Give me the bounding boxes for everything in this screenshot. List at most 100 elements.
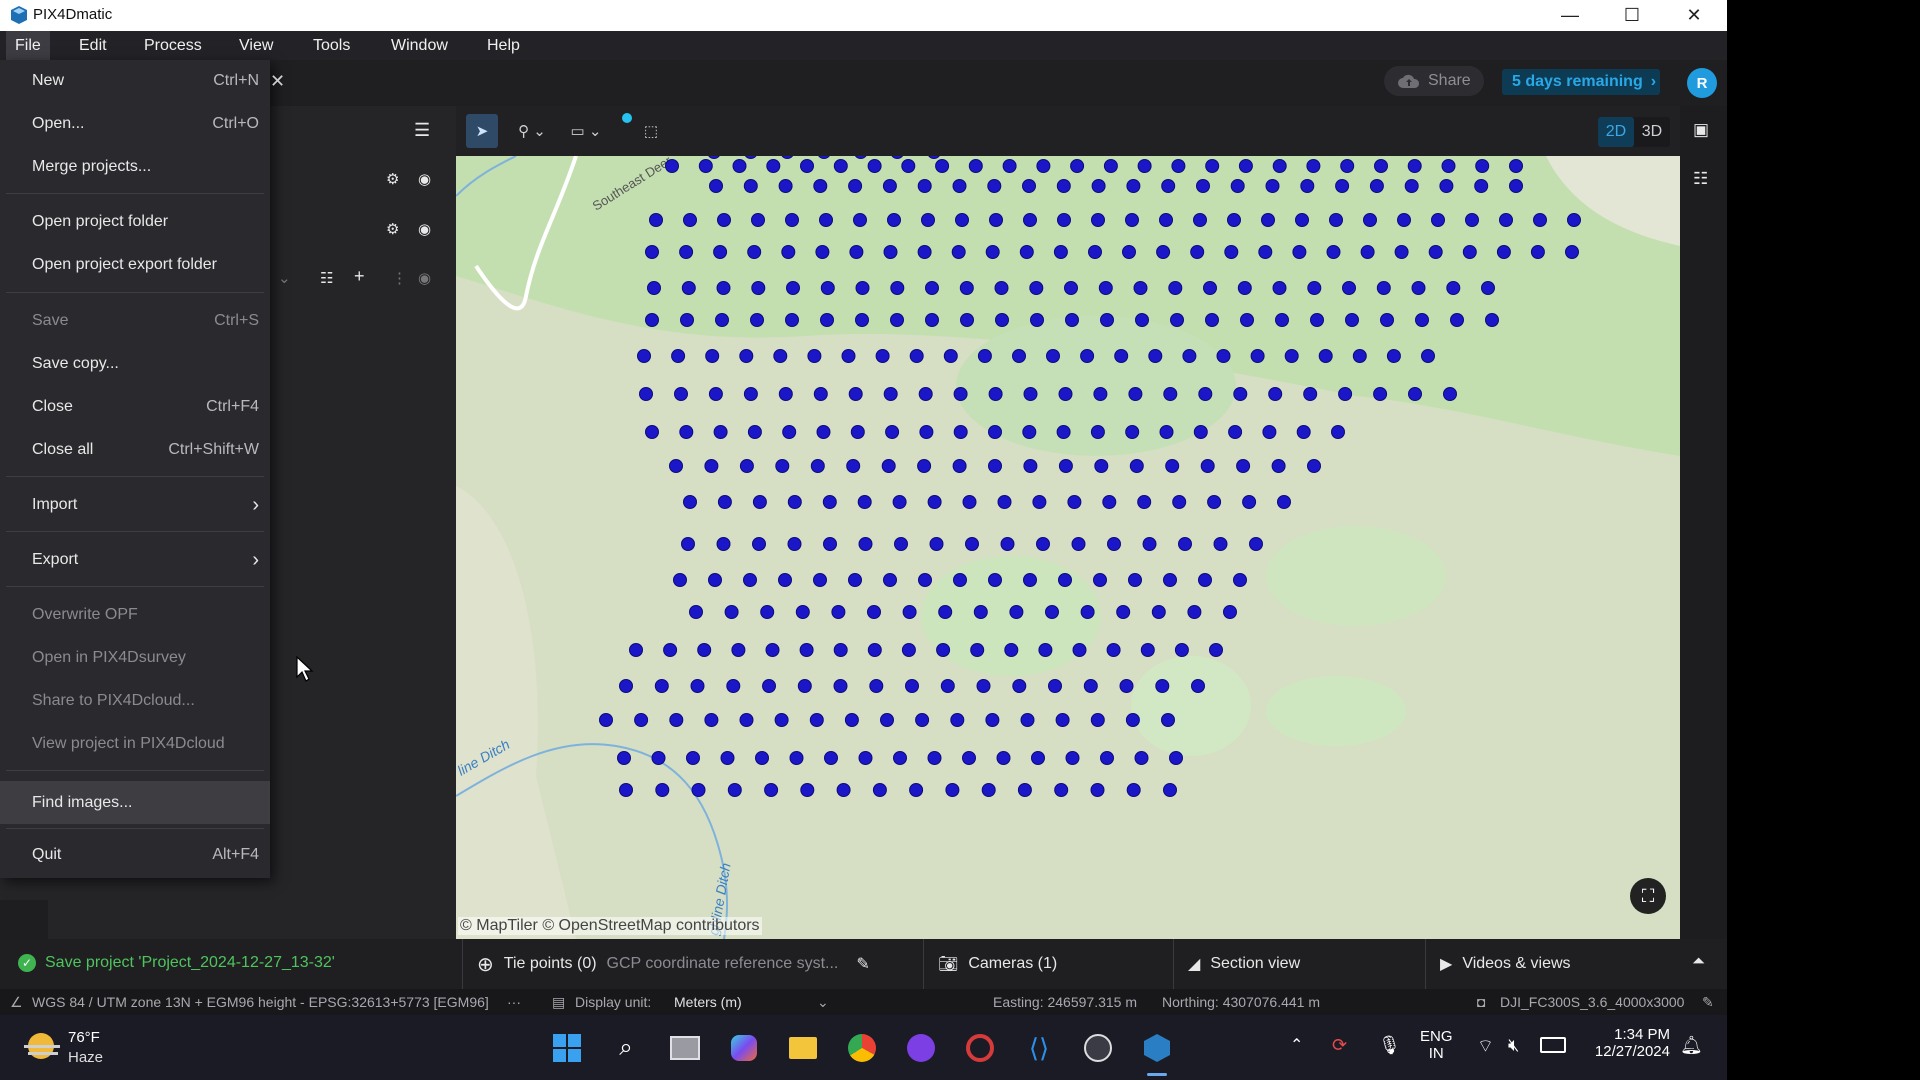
camera-position-marker[interactable] bbox=[1067, 495, 1082, 509]
system-clock[interactable]: 1:34 PM 12/27/2024 bbox=[1582, 1026, 1670, 1060]
camera-position-marker[interactable] bbox=[869, 679, 884, 693]
camera-position-marker[interactable] bbox=[1093, 573, 1107, 587]
camera-position-marker[interactable] bbox=[1509, 179, 1523, 193]
camera-position-marker[interactable] bbox=[988, 387, 1003, 401]
marker-tool-button[interactable]: ⚲ ⌄ bbox=[512, 114, 552, 148]
camera-position-marker[interactable] bbox=[1045, 605, 1059, 619]
camera-position-marker[interactable] bbox=[1360, 245, 1375, 259]
more-vertical-icon[interactable]: ⋮ bbox=[392, 269, 407, 287]
camera-position-marker[interactable] bbox=[1249, 537, 1263, 551]
camera-position-marker[interactable] bbox=[645, 245, 659, 259]
camera-position-marker[interactable] bbox=[1439, 179, 1454, 193]
camera-position-marker[interactable] bbox=[996, 751, 1011, 765]
camera-position-marker[interactable] bbox=[909, 783, 924, 797]
camera-position-marker[interactable] bbox=[1272, 159, 1287, 173]
camera-position-marker[interactable] bbox=[955, 213, 969, 227]
camera-position-marker[interactable] bbox=[1240, 313, 1254, 327]
camera-position-marker[interactable] bbox=[1407, 159, 1422, 173]
camera-position-marker[interactable] bbox=[654, 679, 669, 693]
camera-position-marker[interactable] bbox=[981, 783, 996, 797]
camera-position-marker[interactable] bbox=[1496, 245, 1511, 259]
camera-position-marker[interactable] bbox=[953, 425, 968, 439]
camera-position-marker[interactable] bbox=[674, 387, 688, 401]
list-view-icon[interactable]: ☷ bbox=[320, 269, 333, 287]
camera-position-marker[interactable] bbox=[766, 159, 781, 173]
camera-position-marker[interactable] bbox=[727, 783, 742, 797]
camera-position-marker[interactable] bbox=[704, 713, 719, 727]
close-tab-icon[interactable]: ✕ bbox=[270, 71, 285, 92]
camera-position-marker[interactable] bbox=[1499, 213, 1513, 227]
camera-position-marker[interactable] bbox=[1450, 313, 1464, 327]
camera-position-marker[interactable] bbox=[1056, 425, 1071, 439]
camera-position-marker[interactable] bbox=[619, 679, 633, 693]
camera-position-marker[interactable] bbox=[619, 783, 633, 797]
camera-position-marker[interactable] bbox=[1122, 245, 1136, 259]
camera-position-marker[interactable] bbox=[750, 313, 764, 327]
camera-position-marker[interactable] bbox=[1055, 713, 1070, 727]
camera-position-marker[interactable] bbox=[985, 713, 1000, 727]
camera-position-marker[interactable] bbox=[881, 459, 896, 473]
camera-position-marker[interactable] bbox=[679, 245, 694, 259]
camera-position-marker[interactable] bbox=[816, 425, 831, 439]
camera-position-marker[interactable] bbox=[1335, 179, 1350, 193]
camera-position-marker[interactable] bbox=[774, 713, 789, 727]
camera-position-marker[interactable] bbox=[787, 495, 802, 509]
camera-position-marker[interactable] bbox=[883, 387, 898, 401]
camera-position-marker[interactable] bbox=[671, 349, 686, 363]
camera-position-marker[interactable] bbox=[962, 751, 976, 765]
camera-position-marker[interactable] bbox=[1103, 159, 1118, 173]
camera-position-marker[interactable] bbox=[689, 605, 703, 619]
camera-position-marker[interactable] bbox=[1174, 643, 1189, 657]
camera-position-marker[interactable] bbox=[936, 643, 951, 657]
camera-position-marker[interactable] bbox=[1446, 281, 1461, 295]
camera-position-marker[interactable] bbox=[848, 573, 862, 587]
camera-position-marker[interactable] bbox=[867, 605, 881, 619]
camera-position-marker[interactable] bbox=[1128, 387, 1143, 401]
camera-position-marker[interactable] bbox=[977, 349, 992, 363]
camera-position-marker[interactable] bbox=[1404, 179, 1419, 193]
camera-position-marker[interactable] bbox=[1022, 179, 1036, 193]
camera-position-marker[interactable] bbox=[1200, 459, 1215, 473]
camera-position-marker[interactable] bbox=[867, 159, 882, 173]
camera-position-marker[interactable] bbox=[1057, 213, 1071, 227]
camera-position-marker[interactable] bbox=[1140, 643, 1155, 657]
camera-position-marker[interactable] bbox=[1058, 573, 1072, 587]
camera-position-marker[interactable] bbox=[680, 313, 694, 327]
camera-position-marker[interactable] bbox=[831, 605, 846, 619]
camera-position-marker[interactable] bbox=[1036, 159, 1051, 173]
camera-position-marker[interactable] bbox=[1415, 313, 1429, 327]
camera-position-marker[interactable] bbox=[690, 679, 705, 693]
camera-position-marker[interactable] bbox=[778, 387, 793, 401]
camera-position-marker[interactable] bbox=[1397, 213, 1411, 227]
camera-position-marker[interactable] bbox=[1083, 679, 1098, 693]
camera-position-marker[interactable] bbox=[797, 679, 812, 693]
camera-position-marker[interactable] bbox=[953, 387, 968, 401]
menu-tools[interactable]: Tools bbox=[304, 31, 359, 60]
menu-open-project-folder[interactable]: Open project folder bbox=[0, 204, 270, 240]
camera-position-marker[interactable] bbox=[1170, 313, 1184, 327]
camera-position-marker[interactable] bbox=[1307, 281, 1322, 295]
camera-position-marker[interactable] bbox=[665, 159, 679, 173]
camera-position-marker[interactable] bbox=[813, 573, 827, 587]
camera-position-marker[interactable] bbox=[681, 537, 695, 551]
camera-position-marker[interactable] bbox=[824, 751, 838, 765]
camera-position-marker[interactable] bbox=[809, 713, 824, 727]
camera-position-marker[interactable] bbox=[1000, 537, 1015, 551]
camera-position-marker[interactable] bbox=[1161, 179, 1176, 193]
camera-position-marker[interactable] bbox=[1065, 751, 1080, 765]
show-hidden-icons-icon[interactable]: ⌃ bbox=[1290, 1035, 1303, 1055]
camera-position-marker[interactable] bbox=[938, 605, 953, 619]
camera-position-marker[interactable] bbox=[985, 245, 1000, 259]
camera-position-marker[interactable] bbox=[1091, 179, 1106, 193]
camera-position-marker[interactable] bbox=[747, 425, 762, 439]
camera-position-marker[interactable] bbox=[1032, 495, 1047, 509]
camera-position-marker[interactable] bbox=[858, 751, 873, 765]
camera-position-marker[interactable] bbox=[1107, 537, 1121, 551]
camera-position-marker[interactable] bbox=[890, 313, 904, 327]
camera-position-marker[interactable] bbox=[1431, 213, 1445, 227]
camera-position-marker[interactable] bbox=[637, 349, 651, 363]
camera-position-marker[interactable] bbox=[1030, 313, 1044, 327]
camera-position-marker[interactable] bbox=[1481, 281, 1495, 295]
camera-position-marker[interactable] bbox=[1159, 425, 1174, 439]
menu-find-images[interactable]: Find images... bbox=[0, 781, 270, 824]
